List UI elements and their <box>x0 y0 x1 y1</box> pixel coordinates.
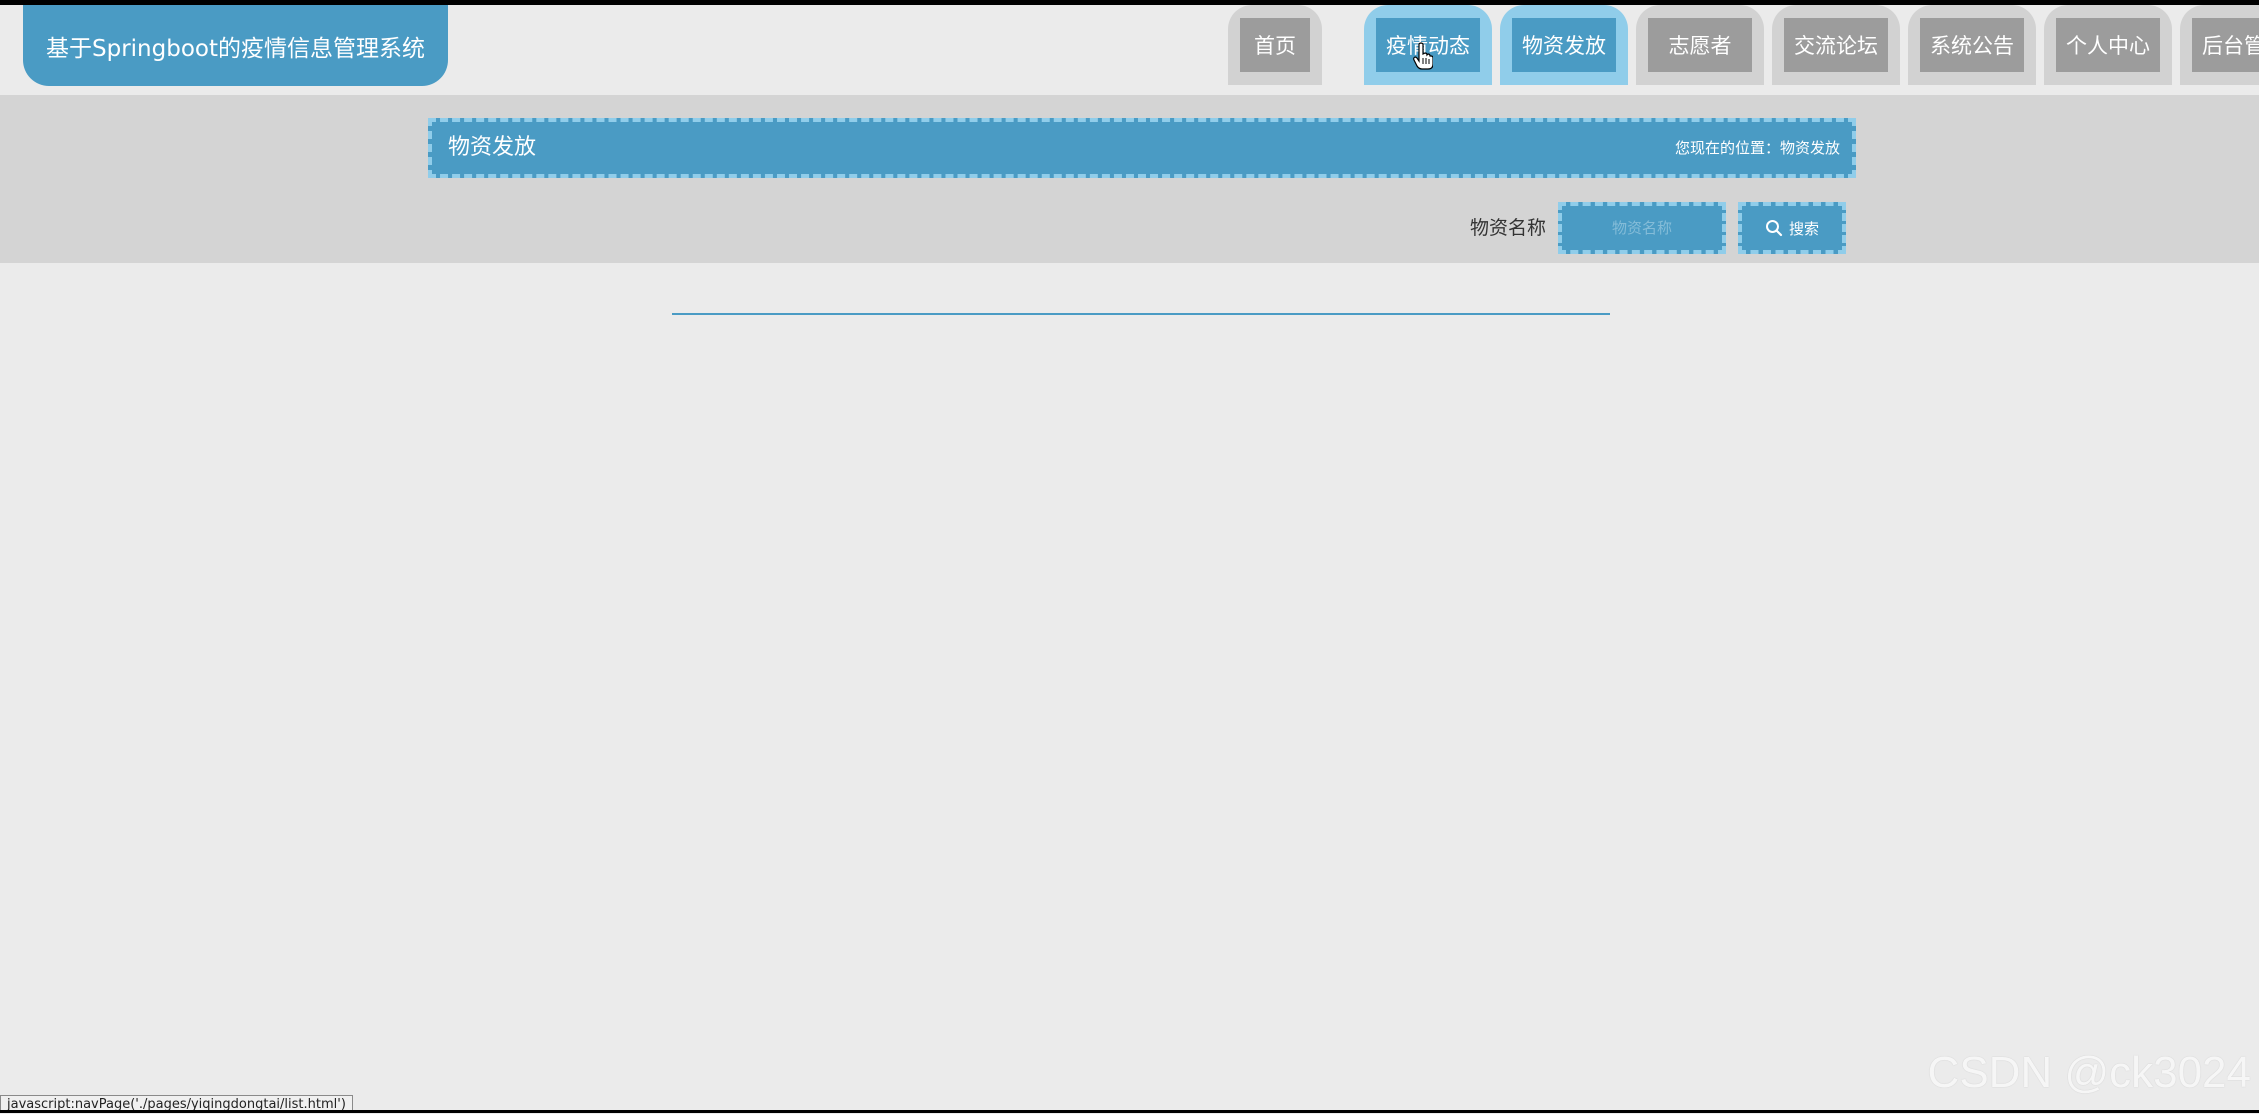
nav-item-admin[interactable]: 后台管理 <box>2180 5 2259 85</box>
nav-item-volunteers[interactable]: 志愿者 <box>1636 5 1764 85</box>
nav-item-label[interactable]: 后台管理 <box>2192 18 2259 72</box>
search-icon <box>1765 220 1783 237</box>
watermark: CSDN @ck3024 <box>1927 1048 2251 1097</box>
app-title: 基于Springboot的疫情信息管理系统 <box>23 5 448 86</box>
hand-pointer-icon <box>1413 42 1433 70</box>
search-button-label: 搜索 <box>1788 219 1819 238</box>
nav-item-label[interactable]: 物资发放 <box>1512 18 1616 72</box>
nav-item-home[interactable]: 首页 <box>1228 5 1322 85</box>
nav-item-label[interactable]: 首页 <box>1240 18 1310 72</box>
nav-item-label[interactable]: 交流论坛 <box>1784 18 1888 72</box>
page-header-bar: 物资发放 您现在的位置：物资发放 <box>428 118 1856 178</box>
breadcrumb: 您现在的位置：物资发放 <box>1674 139 1840 157</box>
nav-item-label[interactable]: 个人中心 <box>2056 18 2160 72</box>
search-label: 物资名称 <box>1470 217 1547 239</box>
page-title: 物资发放 <box>448 135 537 160</box>
nav-item-announcements[interactable]: 系统公告 <box>1908 5 2036 85</box>
main-nav: 首页 疫情动态 物资发放 志愿者 交流论坛 系统公告 个人中心 后台管理 <box>1228 5 2259 86</box>
content-divider <box>672 313 1610 315</box>
nav-item-forum[interactable]: 交流论坛 <box>1772 5 1900 85</box>
search-button[interactable]: 搜索 <box>1738 202 1846 254</box>
nav-item-supplies[interactable]: 物资发放 <box>1500 5 1628 85</box>
nav-item-profile[interactable]: 个人中心 <box>2044 5 2172 85</box>
nav-item-label[interactable]: 系统公告 <box>1920 18 2024 72</box>
nav-item-label[interactable]: 志愿者 <box>1648 18 1752 72</box>
search-input[interactable] <box>1558 202 1726 254</box>
